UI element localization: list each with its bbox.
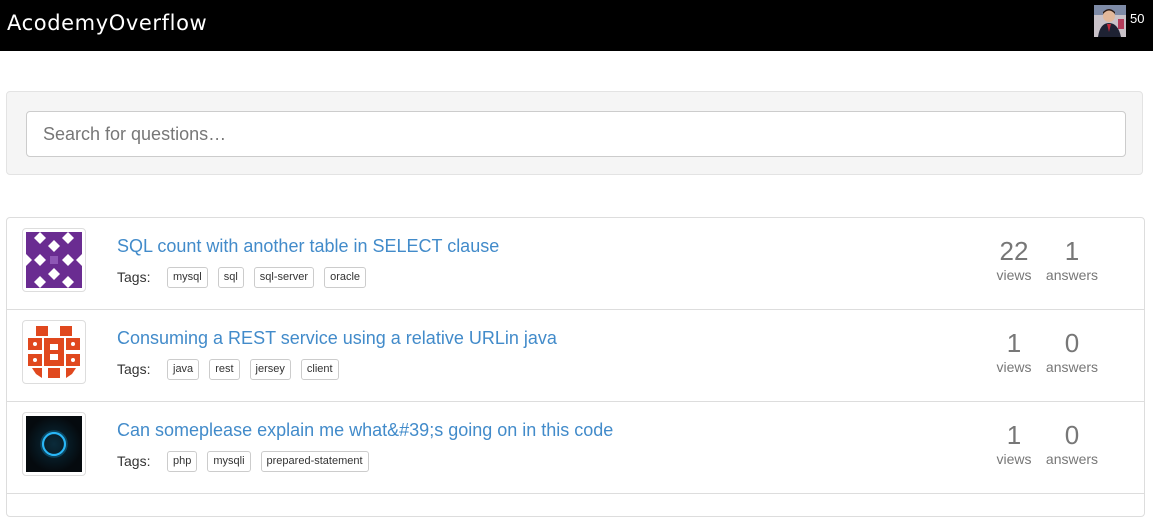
orange-identicon-icon (26, 324, 82, 380)
answers-label: answers (1045, 267, 1099, 283)
tag-badge[interactable]: java (167, 359, 200, 380)
tag-list: mysql sql sql-server oracle (167, 267, 367, 288)
tag-badge[interactable]: client (300, 359, 339, 380)
answers-count: 0 answers (1037, 420, 1107, 468)
user-avatar[interactable] (1094, 5, 1126, 37)
search-input[interactable] (26, 111, 1126, 157)
user-reputation[interactable]: 50 (1130, 11, 1144, 26)
purple-identicon-icon (26, 232, 82, 288)
tags-label: Tags: (117, 269, 151, 285)
tag-badge[interactable]: prepared-statement (260, 451, 369, 472)
search-panel (6, 91, 1143, 175)
tag-badge[interactable]: oracle (324, 267, 367, 288)
question-item: Consuming a REST service using a relativ… (7, 310, 1144, 402)
tag-badge[interactable]: sql (217, 267, 244, 288)
tags-label: Tags: (117, 361, 151, 377)
tag-badge[interactable]: rest (209, 359, 240, 380)
tag-badge[interactable]: php (167, 451, 198, 472)
answers-number: 1 (1064, 236, 1080, 266)
tag-badge[interactable]: sql-server (253, 267, 315, 288)
tag-badge[interactable]: mysql (167, 267, 208, 288)
question-item: Can someplease explain me what&#39;s goi… (7, 402, 1144, 494)
answers-number: 0 (1064, 420, 1080, 450)
question-list: SQL count with another table in SELECT c… (6, 217, 1145, 517)
tags-label: Tags: (117, 453, 151, 469)
answers-label: answers (1045, 451, 1099, 467)
answers-count: 0 answers (1037, 328, 1107, 376)
tag-badge[interactable]: mysqli (207, 451, 251, 472)
answers-count: 1 answers (1037, 236, 1107, 284)
tag-list: php mysqli prepared-statement (167, 451, 369, 472)
tag-badge[interactable]: jersey (249, 359, 291, 380)
answers-number: 0 (1064, 328, 1080, 358)
top-navbar: AcodemyOverflow 50 (0, 0, 1153, 51)
question-author-avatar[interactable] (22, 412, 86, 476)
question-title-link[interactable]: SQL count with another table in SELECT c… (117, 236, 499, 257)
answers-label: answers (1045, 359, 1099, 375)
question-item: SQL count with another table in SELECT c… (7, 218, 1144, 310)
question-author-avatar[interactable] (22, 320, 86, 384)
question-title-link[interactable]: Can someplease explain me what&#39;s goi… (117, 420, 613, 441)
blue-ring-avatar-icon (26, 416, 82, 472)
question-author-avatar[interactable] (22, 228, 86, 292)
brand-logo-text[interactable]: AcodemyOverflow (7, 11, 207, 35)
tag-list: java rest jersey client (167, 359, 339, 380)
question-title-link[interactable]: Consuming a REST service using a relativ… (117, 328, 557, 349)
